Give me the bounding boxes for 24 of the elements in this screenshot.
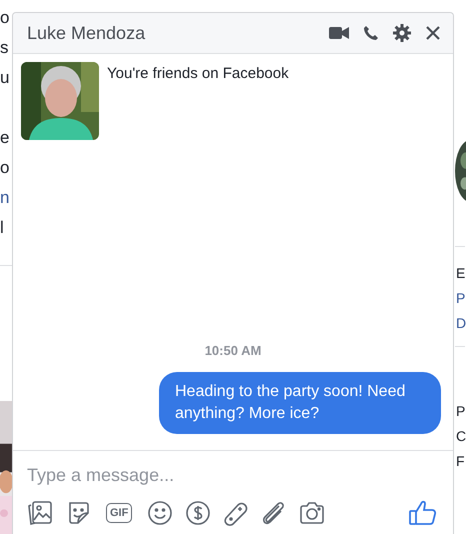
photo-icon[interactable] [25, 498, 55, 528]
text-fragment: F [455, 452, 466, 471]
text-fragment: D [455, 314, 466, 333]
settings-icon[interactable] [391, 22, 413, 44]
text-fragment: o [0, 157, 10, 179]
text-fragment: E [455, 264, 466, 283]
text-fragment: o [0, 7, 10, 29]
message-bubble: Heading to the party soon! Need anything? More ice? [159, 372, 441, 434]
text-fragment: l [0, 217, 5, 239]
timestamp: 10:50 AM [204, 343, 262, 358]
video-camera-icon[interactable] [327, 24, 351, 42]
like-icon[interactable] [407, 498, 439, 528]
text-fragment: u [0, 67, 10, 89]
text-fragment: C [455, 427, 466, 446]
phone-icon[interactable] [361, 23, 381, 43]
text-fragment: P [455, 289, 466, 308]
gif-button[interactable]: GIF [106, 503, 132, 523]
text-fragment: n [0, 187, 10, 209]
friends-note: You're friends on Facebook [107, 65, 289, 82]
text-fragment: P [455, 402, 466, 421]
text-fragment: e [0, 127, 10, 149]
text-fragment: s [0, 37, 10, 59]
avatar[interactable] [21, 62, 99, 140]
contact-name[interactable]: Luke Mendoza [27, 22, 146, 44]
